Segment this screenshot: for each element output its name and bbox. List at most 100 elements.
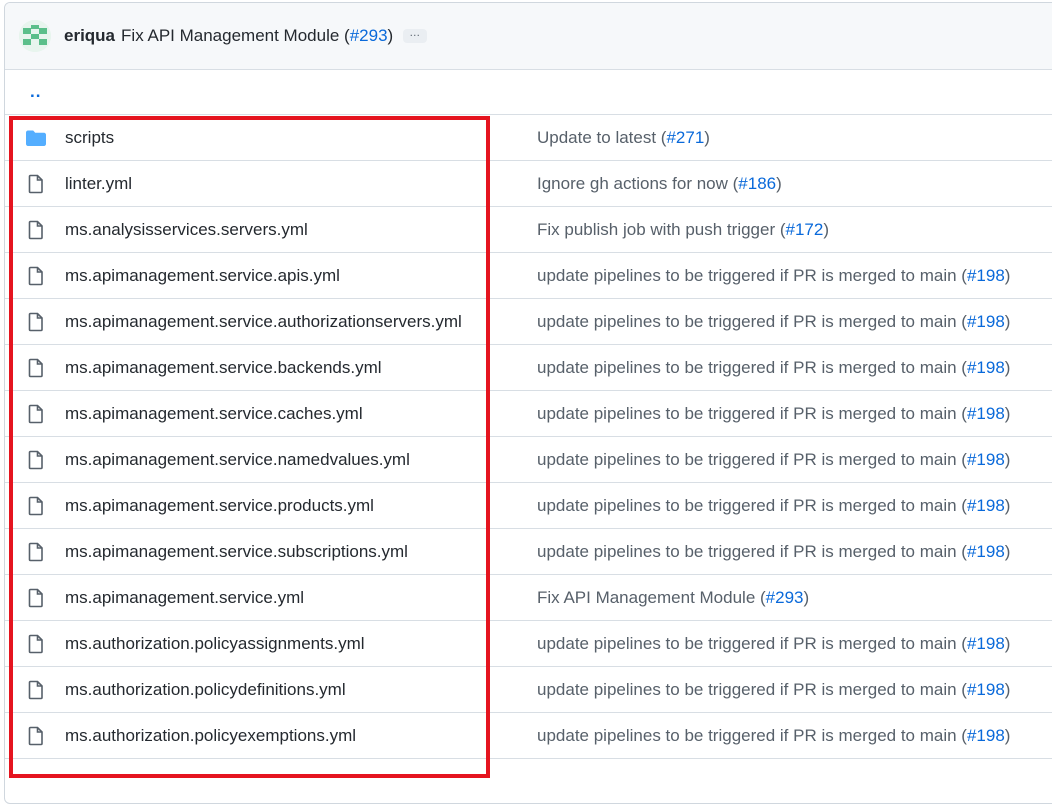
pr-link[interactable]: #198 (967, 450, 1005, 469)
parent-directory-row[interactable]: .. (5, 70, 1052, 115)
expand-commit-button[interactable]: … (403, 28, 428, 43)
file-icon (25, 496, 47, 516)
commit-message-close: ) (1004, 265, 1011, 285)
file-row[interactable]: ms.apimanagement.service.authorizationse… (5, 299, 1052, 345)
commit-message-text[interactable]: Fix publish job with push trigger ( (537, 220, 786, 239)
parent-directory-link[interactable]: .. (30, 82, 41, 102)
pr-link[interactable]: #186 (738, 174, 776, 193)
file-row[interactable]: scripts Update to latest (#271) (5, 115, 1052, 161)
commit-message-text[interactable]: Fix API Management Module ( (537, 588, 766, 607)
commit-message-link[interactable]: update pipelines to be triggered if PR i… (537, 312, 1010, 332)
file-name-link[interactable]: ms.authorization.policyexemptions.yml (65, 726, 356, 746)
file-name-link[interactable]: ms.apimanagement.service.products.yml (65, 496, 374, 516)
commit-author[interactable]: eriqua (64, 26, 115, 46)
file-row[interactable]: ms.apimanagement.service.backends.yml upd… (5, 345, 1052, 391)
file-icon (25, 542, 47, 562)
commit-message-close: ) (776, 173, 782, 193)
file-name-link[interactable]: ms.analysisservices.servers.yml (65, 220, 308, 240)
file-name-link[interactable]: scripts (65, 128, 114, 148)
commit-message-link[interactable]: update pipelines to be triggered if PR i… (537, 404, 1010, 424)
file-row[interactable]: linter.yml Ignore gh actions for now (#18… (5, 161, 1052, 207)
commit-message-close: ) (1004, 403, 1011, 423)
commit-message-link[interactable]: Fix API Management Module (#293) (537, 588, 809, 608)
commit-message-close: ) (1004, 679, 1011, 699)
pr-link[interactable]: #198 (967, 312, 1005, 331)
commit-message-link[interactable]: Ignore gh actions for now (#186) (537, 174, 782, 194)
file-name-link[interactable]: ms.authorization.policyassignments.yml (65, 634, 365, 654)
file-name-link[interactable]: ms.apimanagement.service.caches.yml (65, 404, 363, 424)
commit-message-link[interactable]: update pipelines to be triggered if PR i… (537, 450, 1010, 470)
file-name-link[interactable]: ms.apimanagement.service.authorizationse… (65, 312, 462, 332)
commit-message-close: ) (1004, 633, 1011, 653)
commit-message[interactable]: Fix API Management Module (#293) (121, 26, 393, 46)
file-icon (25, 220, 47, 240)
commit-message-text[interactable]: Ignore gh actions for now ( (537, 174, 738, 193)
commit-message-text[interactable]: update pipelines to be triggered if PR i… (537, 542, 967, 561)
file-icon (25, 634, 47, 654)
pr-link[interactable]: #198 (967, 634, 1005, 653)
file-name-link[interactable]: ms.apimanagement.service.namedvalues.yml (65, 450, 410, 470)
commit-message-link[interactable]: update pipelines to be triggered if PR i… (537, 266, 1010, 286)
commit-message-link[interactable]: update pipelines to be triggered if PR i… (537, 542, 1010, 562)
file-row[interactable]: ms.apimanagement.service.subscriptions.y… (5, 529, 1052, 575)
commit-message-text[interactable]: update pipelines to be triggered if PR i… (537, 358, 967, 377)
commit-message-link[interactable]: update pipelines to be triggered if PR i… (537, 680, 1010, 700)
pr-link[interactable]: #293 (766, 588, 804, 607)
folder-icon (25, 128, 47, 148)
commit-message-link[interactable]: update pipelines to be triggered if PR i… (537, 358, 1010, 378)
file-icon (25, 726, 47, 746)
commit-message-text[interactable]: update pipelines to be triggered if PR i… (537, 450, 967, 469)
commit-message-text[interactable]: update pipelines to be triggered if PR i… (537, 634, 967, 653)
commit-message-close: ) (1004, 357, 1011, 377)
identicon-icon (19, 20, 51, 52)
commit-message-text[interactable]: update pipelines to be triggered if PR i… (537, 404, 967, 423)
commit-message-text[interactable]: update pipelines to be triggered if PR i… (537, 312, 967, 331)
file-icon (25, 312, 47, 332)
file-icon (25, 174, 47, 194)
commit-message-text[interactable]: Fix API Management Module ( (121, 26, 350, 45)
file-icon (25, 358, 47, 378)
commit-message-link[interactable]: update pipelines to be triggered if PR i… (537, 496, 1010, 516)
pr-link[interactable]: #198 (967, 266, 1005, 285)
commit-message-link[interactable]: update pipelines to be triggered if PR i… (537, 634, 1010, 654)
commit-message-text[interactable]: Update to latest ( (537, 128, 666, 147)
file-row[interactable]: ms.authorization.policyassignments.yml up… (5, 621, 1052, 667)
file-row[interactable]: ms.apimanagement.service.yml Fix API Mana… (5, 575, 1052, 621)
commit-message-link[interactable]: Update to latest (#271) (537, 128, 710, 148)
file-list: scripts Update to latest (#271) linter.yml… (5, 115, 1052, 759)
pr-link[interactable]: #198 (967, 404, 1005, 423)
file-row[interactable]: ms.authorization.policydefinitions.yml up… (5, 667, 1052, 713)
file-icon (25, 266, 47, 286)
file-row[interactable]: ms.apimanagement.service.namedvalues.yml… (5, 437, 1052, 483)
file-name-link[interactable]: ms.apimanagement.service.backends.yml (65, 358, 382, 378)
pr-link[interactable]: #198 (967, 496, 1005, 515)
file-row[interactable]: ms.analysisservices.servers.yml Fix publi… (5, 207, 1052, 253)
commit-message-link[interactable]: Fix publish job with push trigger (#172) (537, 220, 829, 240)
file-name-link[interactable]: ms.apimanagement.service.apis.yml (65, 266, 340, 286)
file-name-link[interactable]: ms.authorization.policydefinitions.yml (65, 680, 346, 700)
avatar[interactable] (19, 20, 51, 52)
commit-message-text[interactable]: update pipelines to be triggered if PR i… (537, 680, 967, 699)
file-row[interactable]: ms.apimanagement.service.products.yml upd… (5, 483, 1052, 529)
file-name-link[interactable]: linter.yml (65, 174, 132, 194)
commit-message-text[interactable]: update pipelines to be triggered if PR i… (537, 726, 967, 745)
commit-message-text[interactable]: update pipelines to be triggered if PR i… (537, 266, 967, 285)
pr-link[interactable]: #198 (967, 542, 1005, 561)
latest-commit-header: eriqua Fix API Management Module (#293) … (5, 3, 1052, 70)
pr-link[interactable]: #198 (967, 358, 1005, 377)
file-name-link[interactable]: ms.apimanagement.service.subscriptions.y… (65, 542, 408, 562)
file-name-link[interactable]: ms.apimanagement.service.yml (65, 588, 304, 608)
pr-link[interactable]: #172 (786, 220, 824, 239)
commit-message-close: ) (823, 219, 830, 239)
file-browser: eriqua Fix API Management Module (#293) … (4, 2, 1052, 804)
commit-message-link[interactable]: update pipelines to be triggered if PR i… (537, 726, 1010, 746)
commit-message-text[interactable]: update pipelines to be triggered if PR i… (537, 496, 967, 515)
pr-link[interactable]: #198 (967, 726, 1005, 745)
file-row[interactable]: ms.apimanagement.service.caches.yml updat… (5, 391, 1052, 437)
pr-link[interactable]: #271 (666, 128, 704, 147)
file-icon (25, 404, 47, 424)
commit-pr-link[interactable]: #293 (350, 26, 388, 45)
pr-link[interactable]: #198 (967, 680, 1005, 699)
file-row[interactable]: ms.authorization.policyexemptions.yml upd… (5, 713, 1052, 759)
file-row[interactable]: ms.apimanagement.service.apis.yml update … (5, 253, 1052, 299)
